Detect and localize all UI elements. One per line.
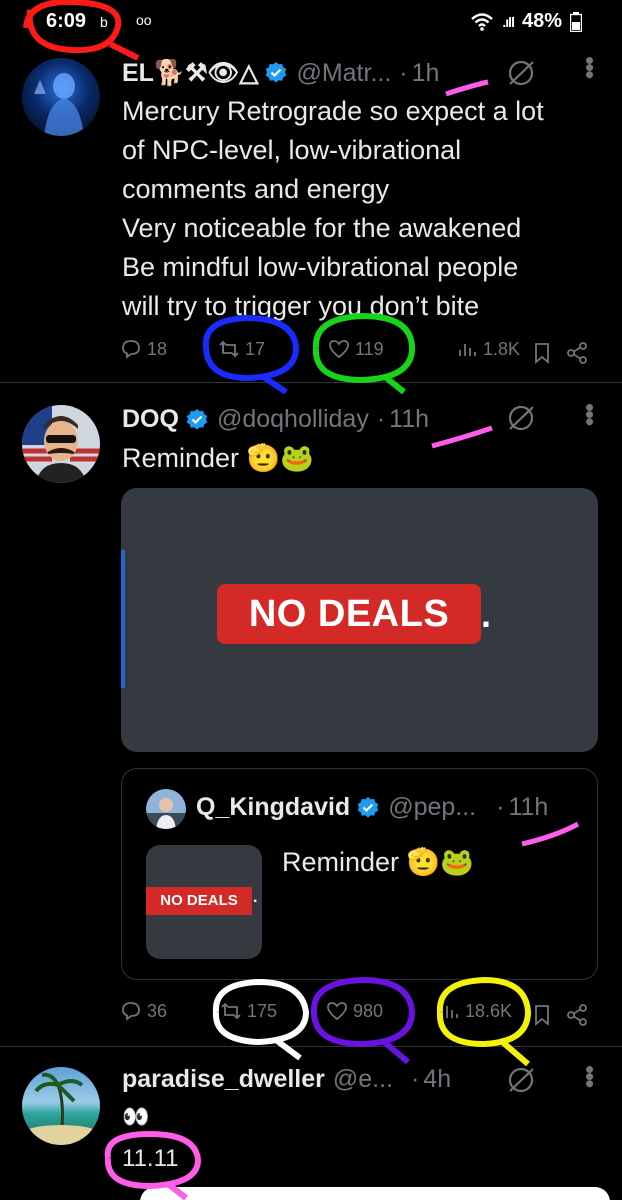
avatar[interactable] xyxy=(22,405,100,483)
like-icon xyxy=(327,1002,347,1021)
quote-text: Reminder 🫡🐸 xyxy=(282,847,474,877)
tweet-text: Reminder 🫡🐸 xyxy=(122,443,314,473)
tweet-text-line: of NPC-level, low-vibrational xyxy=(122,135,462,165)
timestamp[interactable]: 4h xyxy=(423,1065,451,1094)
tweet-emoji-line: 👀 xyxy=(122,1104,150,1129)
bookmark-icon[interactable] xyxy=(532,1004,552,1026)
views-button[interactable]: 18.6K xyxy=(438,1000,512,1022)
handle[interactable]: @Matr... xyxy=(296,59,391,88)
tweet-text: Mercury Retrograde so expect a lot of NP… xyxy=(122,92,544,326)
more-icon[interactable]: ••• xyxy=(574,56,605,77)
views-icon xyxy=(459,344,476,356)
avatar-figure-icon xyxy=(34,73,84,136)
media-accent-bar xyxy=(121,550,125,688)
avatar-face-icon xyxy=(22,405,100,483)
no-deals-badge: NO DEALS xyxy=(217,584,481,644)
action-bar: 18 17 119 1.8K xyxy=(120,338,595,368)
display-name[interactable]: DOQ xyxy=(122,405,179,434)
avatar-beach-icon xyxy=(22,1072,100,1145)
tweet-header: EL🐕⚒👁△ @Matr... · 1h xyxy=(122,58,439,88)
quote-header: Q_Kingdavid @pep... · 11h xyxy=(196,793,548,822)
display-name[interactable]: paradise_dweller xyxy=(122,1065,325,1094)
like-button[interactable]: 980 xyxy=(326,1000,383,1022)
tweet-3[interactable]: paradise_dweller @e... · 4h ••• 👀 11.11 xyxy=(0,1047,622,1200)
separator-dot: · xyxy=(376,405,386,433)
tweet-header: paradise_dweller @e... · 4h xyxy=(122,1065,451,1094)
tweet-text-line: Very noticeable for the awakened xyxy=(122,213,522,243)
timestamp[interactable]: 1h xyxy=(412,59,440,88)
bottom-input-bar[interactable] xyxy=(140,1187,610,1200)
quote-timestamp[interactable]: 11h xyxy=(508,793,548,822)
tweet-text-line: Mercury Retrograde so expect a lot xyxy=(122,96,544,126)
repost-count: 175 xyxy=(247,1000,278,1021)
share-icon[interactable] xyxy=(566,342,588,364)
views-count: 18.6K xyxy=(465,1000,513,1021)
reply-count: 18 xyxy=(147,338,168,359)
more-icon[interactable]: ••• xyxy=(574,403,605,424)
timestamp[interactable]: 11h xyxy=(389,405,429,434)
verified-icon xyxy=(266,62,287,83)
quote-tweet[interactable]: Q_Kingdavid @pep... · 11h NO DEALS . Rem… xyxy=(121,768,598,980)
reply-icon xyxy=(122,340,140,359)
views-button[interactable]: 1.8K xyxy=(456,338,520,360)
views-count: 1.8K xyxy=(483,338,521,359)
repost-button[interactable]: 17 xyxy=(218,338,265,360)
repost-count: 17 xyxy=(245,338,266,359)
bookmark-icon[interactable] xyxy=(532,342,552,364)
no-deals-badge: NO DEALS xyxy=(146,887,252,915)
media-image[interactable]: NO DEALS . xyxy=(121,488,598,752)
tweet-header: DOQ @doqholliday · 11h xyxy=(122,405,429,434)
reply-button[interactable]: 36 xyxy=(120,1000,167,1022)
more-icon[interactable]: ••• xyxy=(574,1065,605,1086)
repost-button[interactable]: 175 xyxy=(220,1000,277,1022)
quote-avatar-figure-icon xyxy=(146,798,186,829)
like-count: 980 xyxy=(353,1000,384,1021)
separator-dot: · xyxy=(399,58,408,87)
tweet-1[interactable]: EL🐕⚒👁△ @Matr... · 1h ••• Mercury Retrogr… xyxy=(0,0,622,382)
tweet-text: 11.11 xyxy=(122,1145,179,1172)
grok-icon[interactable] xyxy=(506,58,536,88)
share-icon[interactable] xyxy=(566,1004,588,1026)
handle[interactable]: @e... xyxy=(333,1065,393,1094)
separator-dot: · xyxy=(496,793,505,821)
avatar[interactable] xyxy=(22,58,100,136)
quote-avatar[interactable] xyxy=(146,789,186,829)
like-count: 119 xyxy=(355,338,384,359)
repost-icon xyxy=(221,1002,241,1020)
display-name[interactable]: EL🐕⚒👁△ xyxy=(122,58,258,88)
like-icon xyxy=(329,340,349,359)
views-icon xyxy=(441,1006,458,1018)
action-bar: 36 175 980 18.6K xyxy=(120,1000,595,1030)
no-deals-dot: . xyxy=(253,889,258,906)
reply-icon xyxy=(122,1002,140,1021)
like-button[interactable]: 119 xyxy=(328,338,384,360)
grok-icon[interactable] xyxy=(506,1065,536,1095)
quote-media-thumbnail[interactable]: NO DEALS . xyxy=(146,845,262,959)
no-deals-dot: . xyxy=(481,594,492,635)
verified-icon xyxy=(357,796,379,818)
tweet-text-line: Be mindful low-vibrational people xyxy=(122,252,519,282)
quote-handle[interactable]: @pep... xyxy=(388,793,476,822)
quote-display-name[interactable]: Q_Kingdavid xyxy=(196,793,350,822)
handle[interactable]: @doqholliday xyxy=(217,405,369,434)
repost-icon xyxy=(219,340,239,358)
tweet-text-line: comments and energy xyxy=(122,174,390,204)
reply-count: 36 xyxy=(147,1000,168,1021)
grok-icon[interactable] xyxy=(506,403,536,433)
tweet-text-line: will try to trigger you don’t bite xyxy=(122,291,480,321)
avatar[interactable] xyxy=(22,1067,100,1145)
separator-dot: · xyxy=(411,1065,420,1093)
verified-icon xyxy=(186,408,208,430)
reply-button[interactable]: 18 xyxy=(120,338,167,360)
